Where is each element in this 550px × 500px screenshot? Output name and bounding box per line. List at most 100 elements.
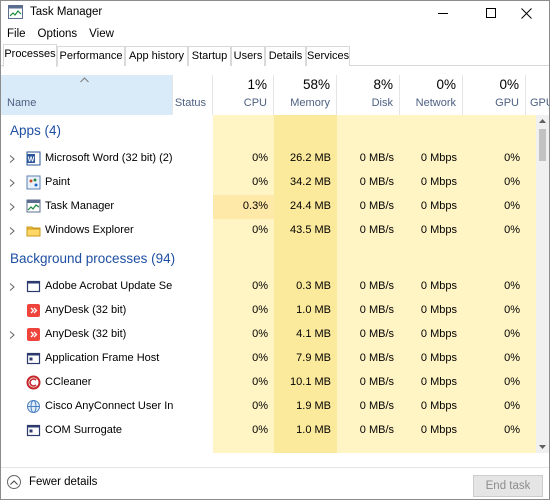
process-row[interactable]: COM Surrogate 0% 1.0 MB 0 MB/s 0 Mbps 0% <box>1 419 536 443</box>
process-row[interactable]: AnyDesk (32 bit) 0% 1.0 MB 0 MB/s 0 Mbps 0% <box>1 299 536 323</box>
network-value: 0 Mbps <box>420 200 457 212</box>
cpu-value: 0% <box>252 328 268 340</box>
expand-chevron-icon[interactable] <box>8 282 16 292</box>
column-header-disk[interactable]: 8% Disk <box>337 75 400 115</box>
column-header-memory[interactable]: 58% Memory <box>274 75 337 115</box>
cpu-value: 0% <box>252 224 268 236</box>
expand-chevron-icon[interactable] <box>8 154 16 164</box>
expand-chevron-icon[interactable] <box>8 226 16 236</box>
process-row[interactable]: Task Manager 0.3% 24.4 MB 0 MB/s 0 Mbps 0% <box>1 195 536 219</box>
vertical-scrollbar[interactable] <box>536 115 549 453</box>
disk-value: 0 MB/s <box>359 304 394 316</box>
anydesk-icon <box>27 328 40 341</box>
memory-value: 1.0 MB <box>296 424 331 436</box>
disk-value: 0 MB/s <box>359 176 394 188</box>
disk-value: 0 MB/s <box>359 200 394 212</box>
minimize-button[interactable] <box>427 1 458 25</box>
tab-services[interactable]: Services <box>306 46 350 66</box>
process-name: COM Surrogate <box>45 424 123 436</box>
network-value: 0 Mbps <box>420 352 457 364</box>
column-label-cpu: CPU <box>243 97 267 109</box>
group-header-background-processes[interactable]: Background processes (94) <box>1 243 536 275</box>
column-header-cpu[interactable]: 1% CPU <box>213 75 274 115</box>
tab-performance[interactable]: Performance <box>57 46 125 66</box>
network-value: 0 Mbps <box>420 304 457 316</box>
menu-bar: File Options View <box>1 25 120 43</box>
memory-total-percent: 58% <box>302 77 330 92</box>
close-icon <box>521 7 532 19</box>
end-task-button[interactable]: End task <box>473 475 543 497</box>
process-row[interactable]: AnyDesk (32 bit) 0% 4.1 MB 0 MB/s 0 Mbps 0% <box>1 323 536 347</box>
gpu-value: 0% <box>504 200 520 212</box>
process-row[interactable]: Application Frame Host 0% 7.9 MB 0 MB/s 0 Mb… <box>1 347 536 371</box>
gpu-value: 0% <box>504 176 520 188</box>
memory-value: 1.9 MB <box>296 400 331 412</box>
column-header: Name Status 1% CPU 58% Memory 8% Disk 0%… <box>1 75 549 115</box>
memory-value: 43.5 MB <box>290 224 331 236</box>
tab-details[interactable]: Details <box>265 46 306 66</box>
process-row[interactable]: Paint 0% 34.2 MB 0 MB/s 0 Mbps 0% <box>1 171 536 195</box>
column-header-status[interactable]: Status <box>173 75 213 115</box>
gpu-value: 0% <box>504 328 520 340</box>
process-row[interactable]: W Microsoft Word (32 bit) (2) 0% 26.2 MB 0 M… <box>1 147 536 171</box>
column-header-name[interactable]: Name <box>1 75 173 115</box>
column-header-gpu-engine[interactable]: GPU <box>526 75 549 115</box>
tab-processes[interactable]: Processes <box>3 44 57 67</box>
menu-view[interactable]: View <box>83 25 120 43</box>
scroll-up-button[interactable] <box>536 115 549 127</box>
memory-value: 4.1 MB <box>296 328 331 340</box>
fewer-details-button[interactable]: Fewer details <box>7 475 97 489</box>
cpu-value: 0.3% <box>242 200 268 212</box>
task-manager-icon <box>26 199 41 213</box>
gpu-value: 0% <box>504 224 520 236</box>
disk-value: 0 MB/s <box>359 424 394 436</box>
gpu-value: 0% <box>504 424 520 436</box>
process-name: Paint <box>45 176 71 188</box>
gpu-value: 0% <box>504 376 520 388</box>
memory-value: 1.0 MB <box>296 304 331 316</box>
group-title: Background processes (94) <box>10 251 176 266</box>
process-row[interactable]: CCleaner 0% 10.1 MB 0 MB/s 0 Mbps 0% <box>1 371 536 395</box>
anydesk-icon <box>27 304 40 317</box>
close-button[interactable] <box>511 1 542 25</box>
folder-icon <box>26 226 41 237</box>
column-label-name: Name <box>7 97 37 109</box>
process-name: Microsoft Word (32 bit) (2) <box>45 152 173 164</box>
column-label-disk: Disk <box>371 97 393 109</box>
process-name: CCleaner <box>45 376 92 388</box>
maximize-icon <box>485 8 496 18</box>
scroll-down-button[interactable] <box>536 441 549 453</box>
process-row[interactable]: Adobe Acrobat Update Se... 0% 0.3 MB 0 MB/s… <box>1 275 536 299</box>
network-value: 0 Mbps <box>420 328 457 340</box>
process-row[interactable]: Cisco AnyConnect User In... 0% 1.9 MB 0 MB/… <box>1 395 536 419</box>
cpu-total-percent: 1% <box>247 77 267 92</box>
tab-app-history[interactable]: App history <box>125 46 188 66</box>
scrollbar-thumb[interactable] <box>539 129 546 161</box>
cpu-value: 0% <box>252 176 268 188</box>
process-name: Cisco AnyConnect User In... <box>45 400 173 412</box>
cpu-value: 0% <box>252 304 268 316</box>
network-value: 0 Mbps <box>420 376 457 388</box>
cpu-value: 0% <box>252 152 268 164</box>
tab-startup[interactable]: Startup <box>188 46 231 66</box>
menu-options[interactable]: Options <box>32 25 84 43</box>
cpu-value: 0% <box>252 400 268 412</box>
column-label-memory: Memory <box>290 97 330 109</box>
menu-file[interactable]: File <box>1 25 32 43</box>
network-value: 0 Mbps <box>420 152 457 164</box>
column-header-network[interactable]: 0% Network <box>400 75 463 115</box>
expand-chevron-icon[interactable] <box>8 178 16 188</box>
minimize-icon <box>437 13 448 14</box>
expand-chevron-icon[interactable] <box>8 202 16 212</box>
disk-value: 0 MB/s <box>359 400 394 412</box>
column-header-gpu[interactable]: 0% GPU <box>463 75 526 115</box>
process-name: AnyDesk (32 bit) <box>45 328 127 340</box>
expand-chevron-icon[interactable] <box>8 330 16 340</box>
process-row[interactable]: Windows Explorer 0% 43.5 MB 0 MB/s 0 Mbps 0% <box>1 219 536 243</box>
disk-value: 0 MB/s <box>359 328 394 340</box>
group-header-apps[interactable]: Apps (4) <box>1 115 536 147</box>
maximize-button[interactable] <box>475 1 506 25</box>
tab-users[interactable]: Users <box>231 46 265 66</box>
gpu-value: 0% <box>504 352 520 364</box>
gpu-total-percent: 0% <box>499 77 519 92</box>
